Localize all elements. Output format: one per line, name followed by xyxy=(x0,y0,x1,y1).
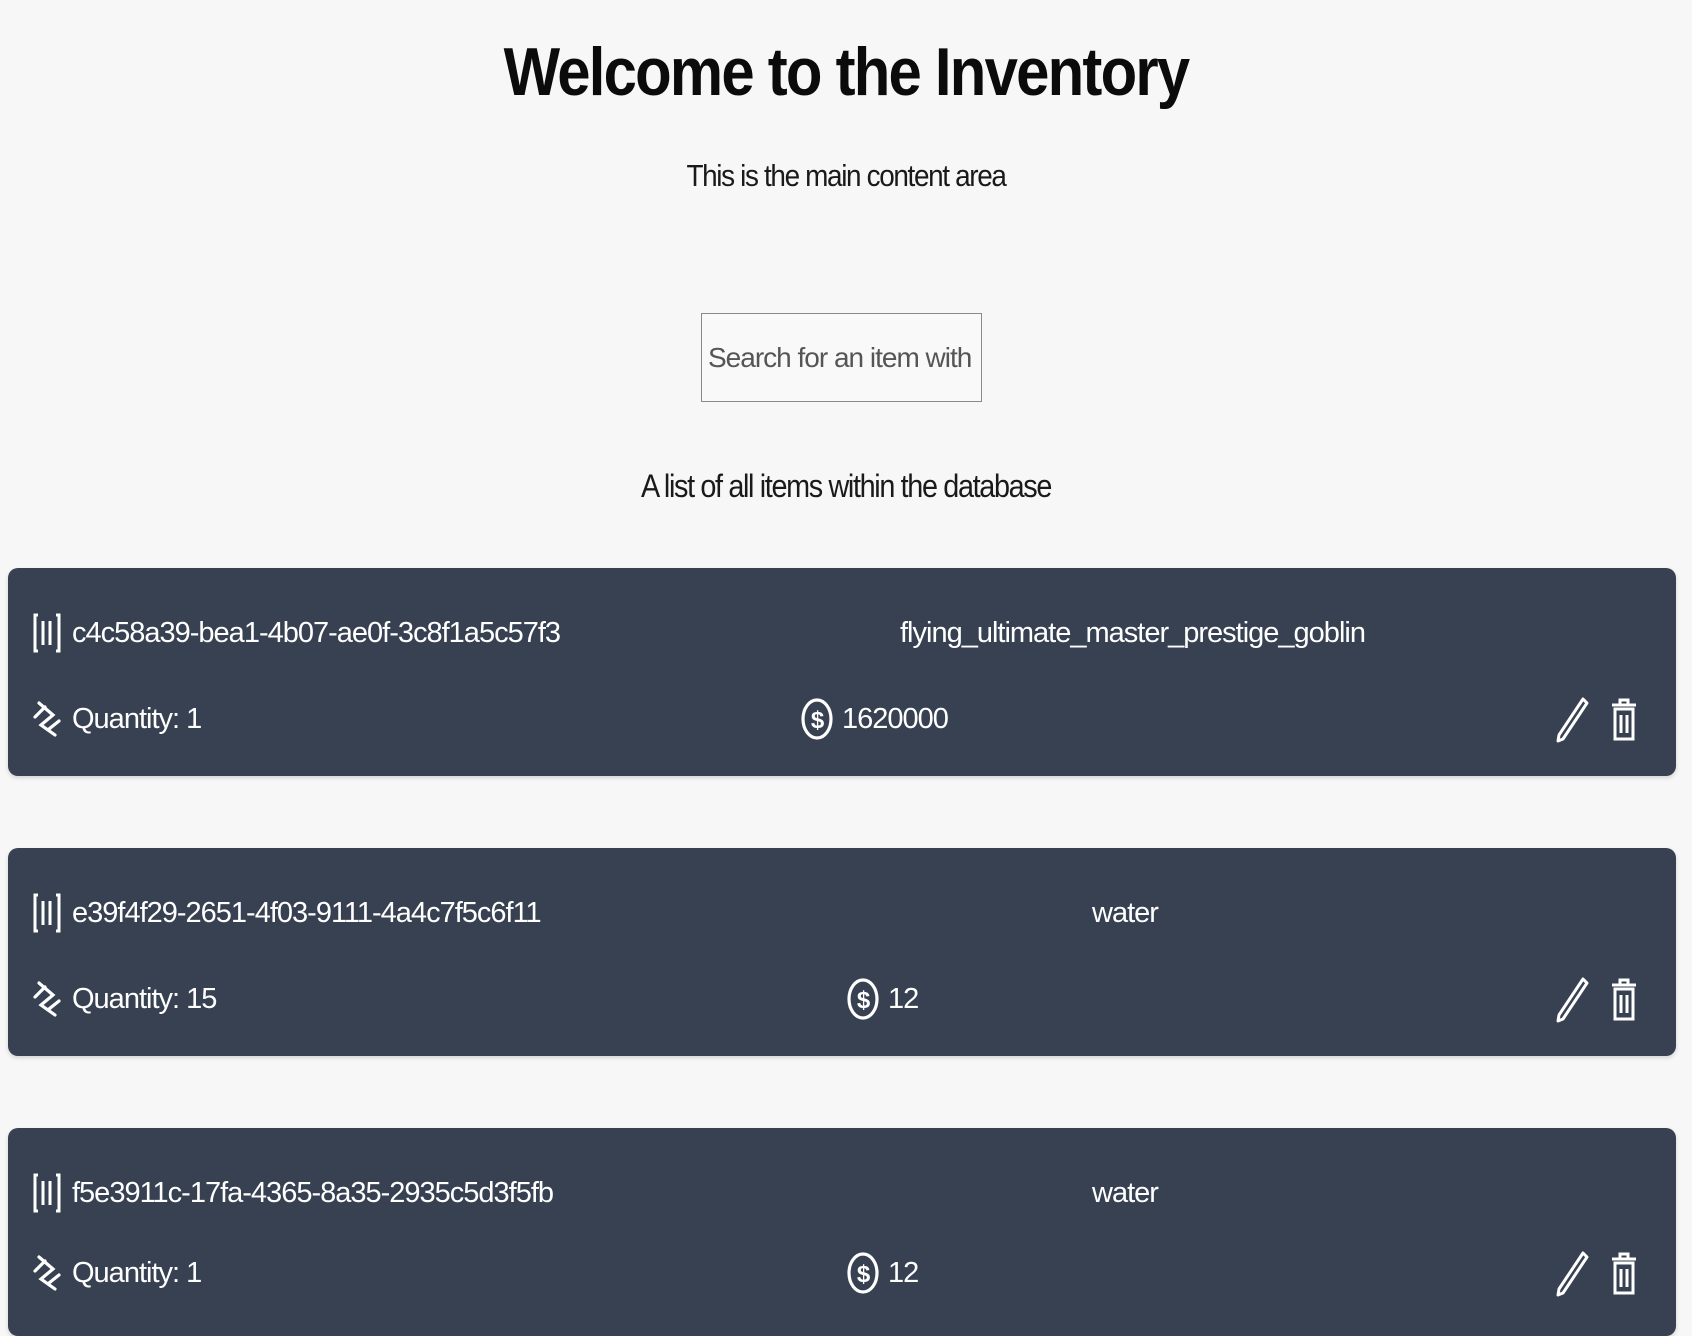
item-price-field: $ 12 xyxy=(846,974,919,1024)
item-card: c4c58a39-bea1-4b07-ae0f-3c8f1a5c57f3 fly… xyxy=(8,568,1676,776)
delete-button[interactable] xyxy=(1604,694,1644,744)
item-quantity: Quantity: 1 xyxy=(72,1256,202,1289)
item-name: water xyxy=(1092,1176,1159,1209)
item-price: 1620000 xyxy=(842,702,949,735)
item-id: f5e3911c-17fa-4365-8a35-2935c5d3f5fb xyxy=(72,1176,554,1209)
search-input[interactable] xyxy=(701,313,982,402)
search-container xyxy=(701,313,982,402)
edit-button[interactable] xyxy=(1552,1248,1592,1298)
pencil-icon xyxy=(1556,1251,1589,1297)
item-name-field: water xyxy=(1092,1168,1159,1218)
quantity-icon xyxy=(30,977,64,1021)
id-card-icon xyxy=(30,611,64,655)
id-card-icon xyxy=(30,1171,64,1215)
item-name: flying_ultimate_master_prestige_goblin xyxy=(900,616,1366,649)
trash-icon xyxy=(1612,1252,1636,1295)
trash-icon xyxy=(1612,698,1636,741)
item-name: water xyxy=(1092,896,1159,929)
inventory-page: Welcome to the Inventory This is the mai… xyxy=(0,0,1692,1336)
item-price-field: $ 1620000 xyxy=(800,694,949,744)
dollar-icon: $ xyxy=(846,1251,880,1295)
item-quantity-field: Quantity: 1 xyxy=(30,1248,202,1298)
item-actions xyxy=(1552,694,1644,744)
item-name-field: flying_ultimate_master_prestige_goblin xyxy=(900,608,1366,658)
item-id-field: e39f4f29-2651-4f03-9111-4a4c7f5c6f11 xyxy=(30,888,542,938)
delete-button[interactable] xyxy=(1604,974,1644,1024)
list-caption: A list of all items within the database xyxy=(640,468,1052,504)
trash-icon xyxy=(1612,978,1636,1021)
item-actions xyxy=(1552,974,1644,1024)
item-card: f5e3911c-17fa-4365-8a35-2935c5d3f5fb wat… xyxy=(8,1128,1676,1336)
svg-text:$: $ xyxy=(811,707,825,734)
item-id: e39f4f29-2651-4f03-9111-4a4c7f5c6f11 xyxy=(72,896,542,929)
item-id-field: f5e3911c-17fa-4365-8a35-2935c5d3f5fb xyxy=(30,1168,554,1218)
item-id: c4c58a39-bea1-4b07-ae0f-3c8f1a5c57f3 xyxy=(72,616,561,649)
item-quantity-field: Quantity: 15 xyxy=(30,974,217,1024)
page-subtitle: This is the main content area xyxy=(686,158,1006,193)
item-actions xyxy=(1552,1248,1644,1298)
item-card: e39f4f29-2651-4f03-9111-4a4c7f5c6f11 wat… xyxy=(8,848,1676,1056)
item-price-field: $ 12 xyxy=(846,1248,919,1298)
quantity-icon xyxy=(30,1251,64,1295)
dollar-icon: $ xyxy=(846,977,880,1021)
item-price: 12 xyxy=(888,982,919,1015)
page-title: Welcome to the Inventory xyxy=(503,34,1191,110)
item-price: 12 xyxy=(888,1256,919,1289)
item-quantity: Quantity: 1 xyxy=(72,702,202,735)
delete-button[interactable] xyxy=(1604,1248,1644,1298)
item-quantity-field: Quantity: 1 xyxy=(30,694,202,744)
item-quantity: Quantity: 15 xyxy=(72,982,217,1015)
dollar-icon: $ xyxy=(800,697,834,741)
item-name-field: water xyxy=(1092,888,1159,938)
id-card-icon xyxy=(30,891,64,935)
svg-text:$: $ xyxy=(857,987,871,1014)
edit-button[interactable] xyxy=(1552,974,1592,1024)
edit-button[interactable] xyxy=(1552,694,1592,744)
pencil-icon xyxy=(1556,977,1589,1023)
pencil-icon xyxy=(1556,697,1589,743)
item-id-field: c4c58a39-bea1-4b07-ae0f-3c8f1a5c57f3 xyxy=(30,608,561,658)
svg-text:$: $ xyxy=(857,1261,871,1288)
quantity-icon xyxy=(30,697,64,741)
